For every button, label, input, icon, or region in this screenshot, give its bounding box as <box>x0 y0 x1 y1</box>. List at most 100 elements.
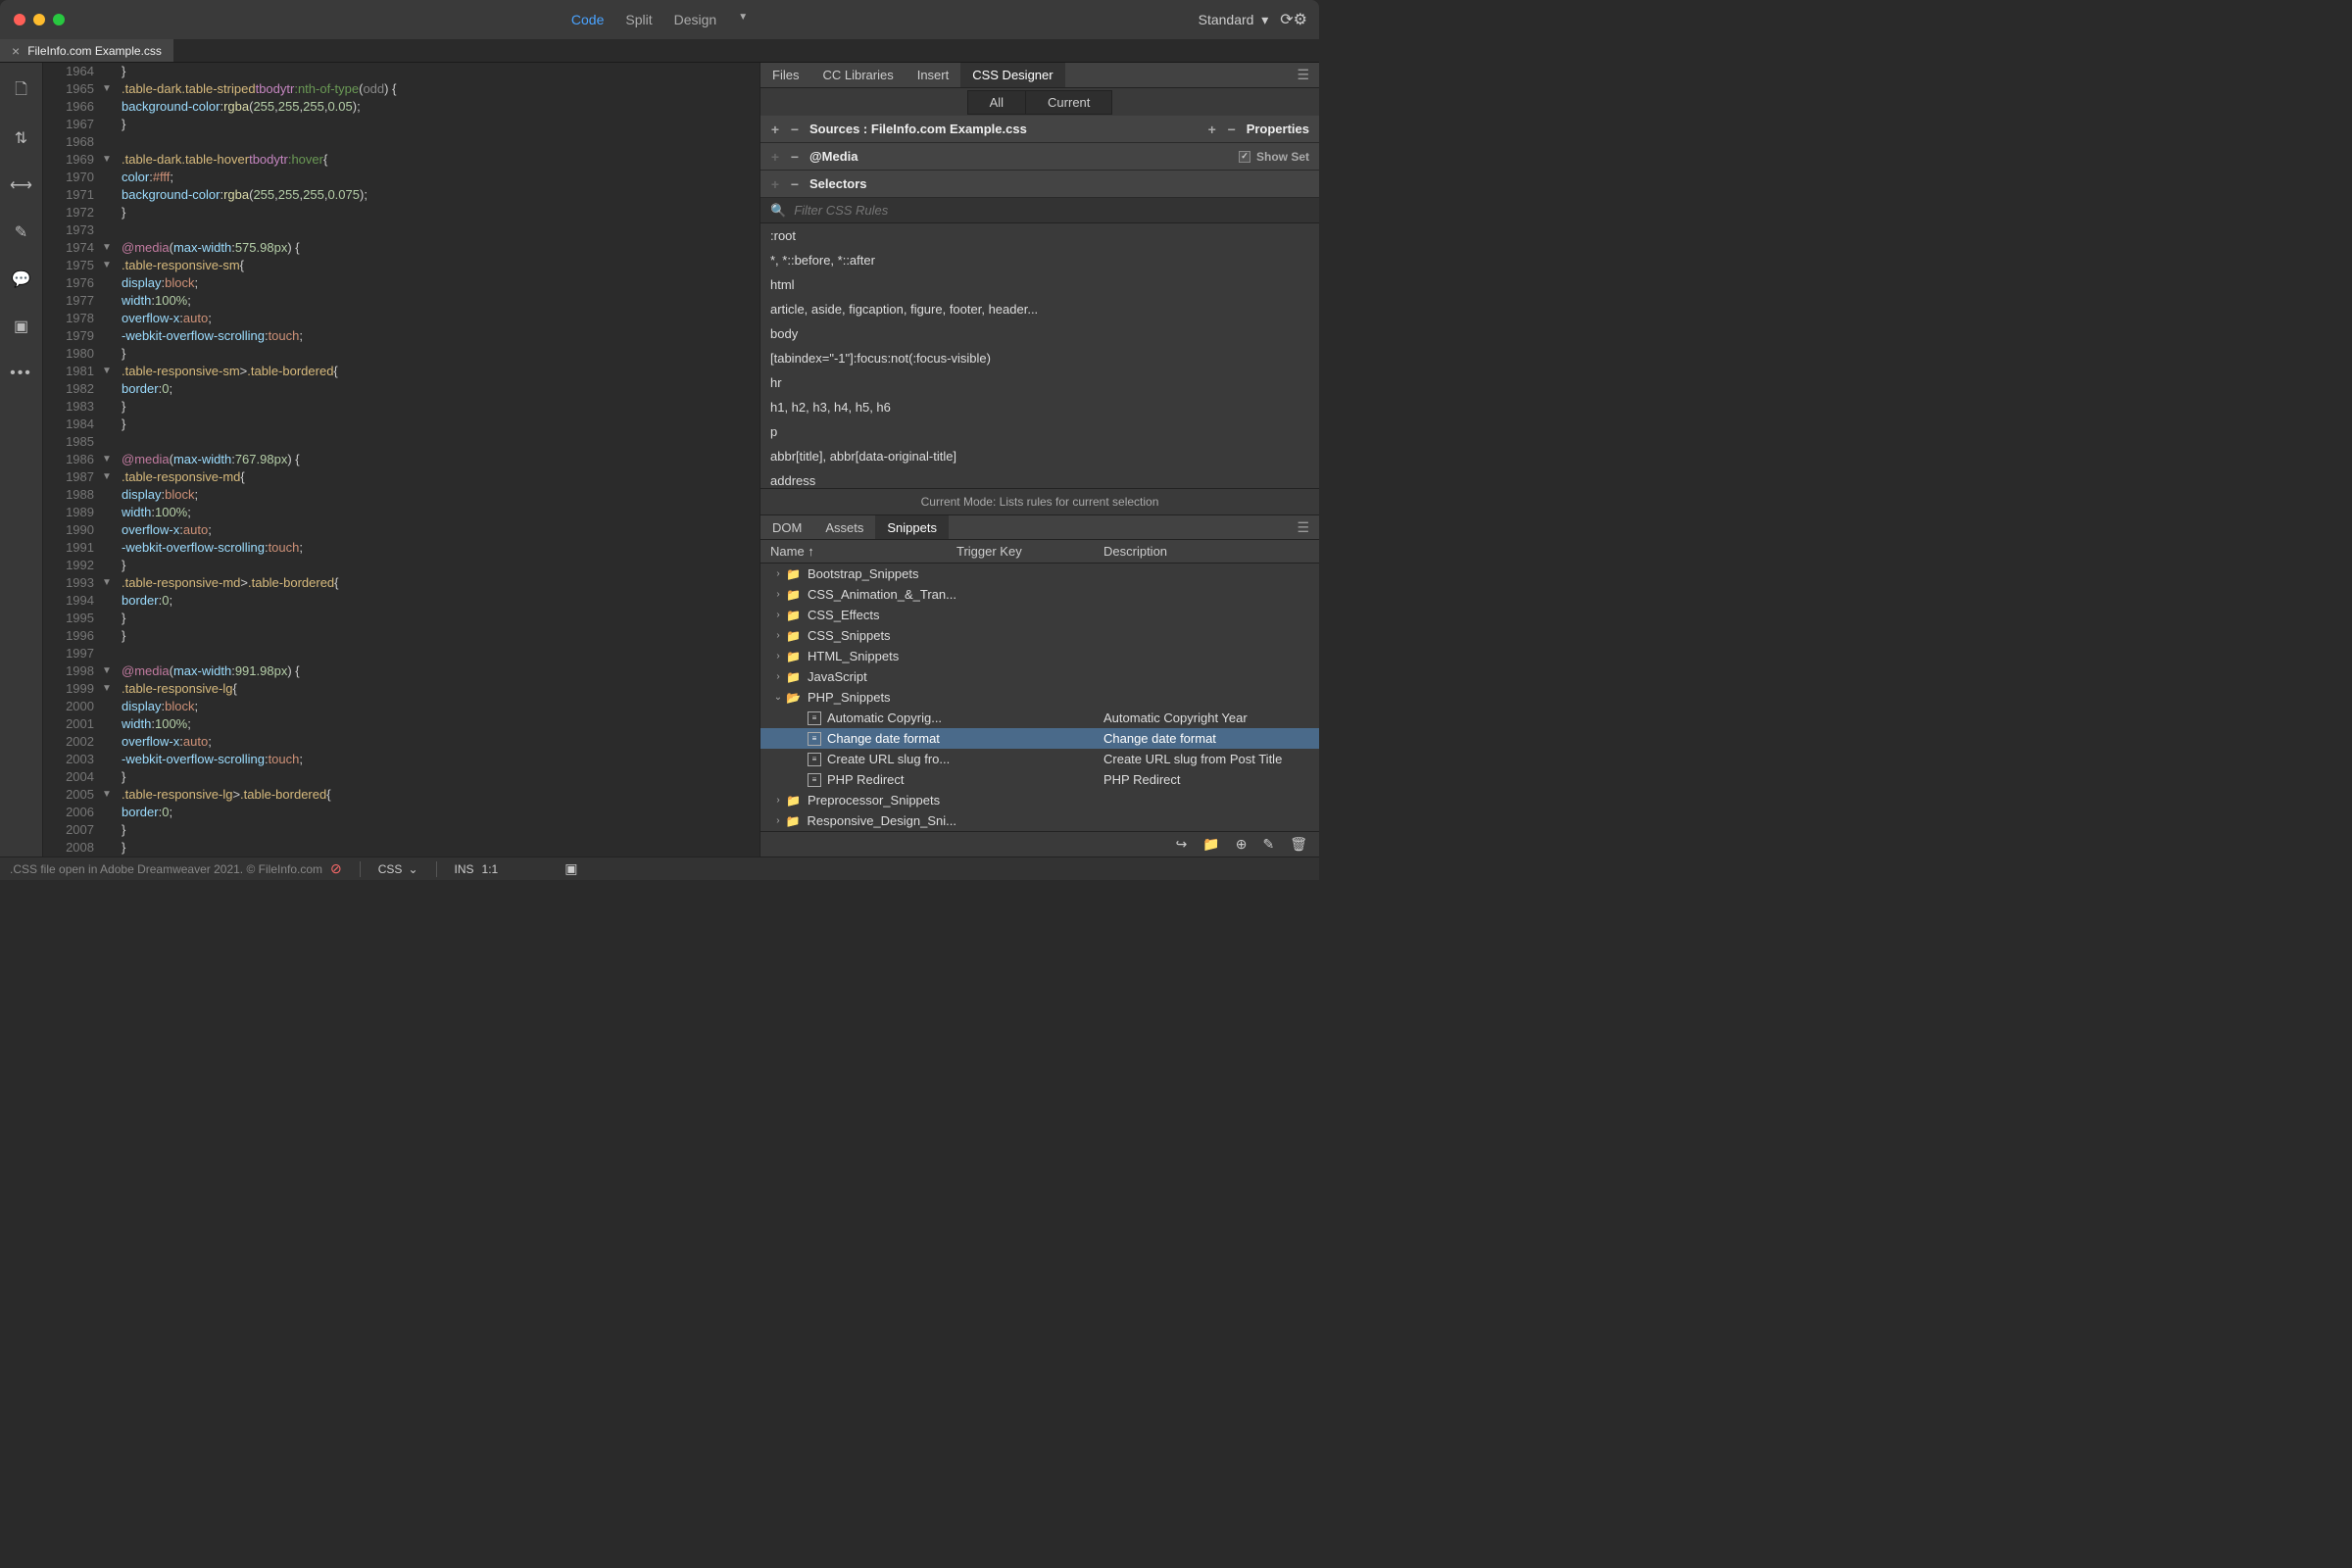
view-design-tab[interactable]: Design <box>674 12 717 27</box>
tree-folder[interactable]: ›📁CSS_Animation_&_Tran... <box>760 584 1319 605</box>
maximize-window-button[interactable] <box>53 14 65 25</box>
selector-item[interactable]: :root <box>760 223 1319 248</box>
window-controls <box>0 14 65 25</box>
folder-icon: 📁 <box>786 588 802 602</box>
selector-item[interactable]: h1, h2, h3, h4, h5, h6 <box>760 395 1319 419</box>
selector-item[interactable]: [tabindex="-1"]:focus:not(:focus-visible… <box>760 346 1319 370</box>
remove-media-icon[interactable]: − <box>790 149 800 165</box>
media-header: + − @Media ✓ Show Set <box>760 143 1319 171</box>
mode-hint: Current Mode: Lists rules for current se… <box>760 488 1319 514</box>
col-trigger[interactable]: Trigger Key <box>956 544 1103 559</box>
tree-snippet[interactable]: ≡Change date formatChange date format <box>760 728 1319 749</box>
folder-icon: 📁 <box>786 650 802 663</box>
preview-icon[interactable]: ▣ <box>564 860 577 877</box>
close-window-button[interactable] <box>14 14 25 25</box>
tab-snippets[interactable]: Snippets <box>875 515 949 539</box>
view-dropdown-icon[interactable]: ▼ <box>738 12 748 27</box>
tree-folder[interactable]: ⌄📂PHP_Snippets <box>760 687 1319 708</box>
snippet-icon: ≡ <box>808 773 821 787</box>
view-split-tab[interactable]: Split <box>625 12 652 27</box>
language-dropdown[interactable]: CSS ⌄ <box>378 862 418 876</box>
remove-selector-icon[interactable]: − <box>790 176 800 192</box>
more-tools-icon[interactable]: ••• <box>13 365 30 382</box>
snippets-tree[interactable]: ›📁Bootstrap_Snippets›📁CSS_Animation_&_Tr… <box>760 564 1319 831</box>
tree-folder[interactable]: ›📁Bootstrap_Snippets <box>760 564 1319 584</box>
comment-icon[interactable]: 💬 <box>13 270 30 288</box>
format-source-icon[interactable]: ✎ <box>13 223 30 241</box>
apply-comment-icon[interactable]: ▣ <box>13 318 30 335</box>
expand-collapse-icon[interactable]: ⇅ <box>13 129 30 147</box>
mode-all[interactable]: All <box>967 90 1026 115</box>
bottom-panel-menu-icon[interactable]: ☰ <box>1297 519 1319 536</box>
sync-settings-icon[interactable]: ⟳⚙ <box>1280 10 1307 29</box>
folder-icon: 📁 <box>786 567 802 581</box>
edit-snippet-icon[interactable]: ✎ <box>1262 836 1274 853</box>
selector-item[interactable]: p <box>760 419 1319 444</box>
file-management-icon[interactable]: 🗋 <box>13 82 30 100</box>
statusbar: .CSS file open in Adobe Dreamweaver 2021… <box>0 857 1319 880</box>
file-tab[interactable]: × FileInfo.com Example.css <box>0 39 173 62</box>
folder-icon: 📁 <box>786 629 802 643</box>
tree-snippet[interactable]: ≡Create URL slug fro...Create URL slug f… <box>760 749 1319 769</box>
new-snippet-icon[interactable]: ⊕ <box>1236 836 1248 853</box>
insert-snippet-icon[interactable]: ↪ <box>1176 836 1188 853</box>
folder-icon: 📁 <box>786 814 802 828</box>
selector-item[interactable]: html <box>760 272 1319 297</box>
selector-item[interactable]: abbr[title], abbr[data-original-title] <box>760 444 1319 468</box>
close-tab-icon[interactable]: × <box>12 43 20 59</box>
folder-icon: 📁 <box>786 670 802 684</box>
panel-tabs: Files CC Libraries Insert CSS Designer ☰ <box>760 63 1319 88</box>
bottom-tabs: DOM Assets Snippets ☰ <box>760 514 1319 540</box>
tab-cc-libraries[interactable]: CC Libraries <box>810 63 905 87</box>
selector-item[interactable]: body <box>760 321 1319 346</box>
tab-dom[interactable]: DOM <box>760 515 813 539</box>
show-set-toggle[interactable]: ✓ Show Set <box>1239 150 1309 164</box>
workspace-dropdown[interactable]: Standard ▾ <box>1199 12 1269 28</box>
selectors-label: Selectors <box>809 176 867 191</box>
minimize-window-button[interactable] <box>33 14 45 25</box>
selector-item[interactable]: hr <box>760 370 1319 395</box>
tab-css-designer[interactable]: CSS Designer <box>960 63 1064 87</box>
tree-folder[interactable]: ›📁CSS_Effects <box>760 605 1319 625</box>
add-media-icon[interactable]: + <box>770 149 780 165</box>
code-editor[interactable]: 1964196519661967196819691970197119721973… <box>43 63 760 857</box>
folder-icon: 📁 <box>786 609 802 622</box>
tree-snippet[interactable]: ≡Automatic Copyrig...Automatic Copyright… <box>760 708 1319 728</box>
tree-folder[interactable]: ›📁HTML_Snippets <box>760 646 1319 666</box>
folder-icon: 📁 <box>786 794 802 808</box>
insert-mode[interactable]: INS <box>455 862 474 876</box>
panel-menu-icon[interactable]: ☰ <box>1297 67 1319 83</box>
tree-folder[interactable]: ›📁JavaScript <box>760 666 1319 687</box>
view-code-tab[interactable]: Code <box>571 12 604 27</box>
col-description[interactable]: Description <box>1103 544 1319 559</box>
selector-item[interactable]: address <box>760 468 1319 488</box>
snippet-icon: ≡ <box>808 732 821 746</box>
right-panel: Files CC Libraries Insert CSS Designer ☰… <box>760 63 1319 857</box>
file-tab-bar: × FileInfo.com Example.css <box>0 39 1319 63</box>
tab-files[interactable]: Files <box>760 63 810 87</box>
filter-input[interactable] <box>794 203 1309 218</box>
error-icon[interactable]: ⊘ <box>330 860 342 877</box>
mode-current[interactable]: Current <box>1026 90 1112 115</box>
tab-assets[interactable]: Assets <box>813 515 875 539</box>
selector-item[interactable]: article, aside, figcaption, figure, foot… <box>760 297 1319 321</box>
new-folder-icon[interactable]: 📁 <box>1202 836 1219 853</box>
status-text: .CSS file open in Adobe Dreamweaver 2021… <box>10 862 322 876</box>
snippet-icon: ≡ <box>808 753 821 766</box>
add-selector-icon[interactable]: + <box>770 176 780 192</box>
tree-folder[interactable]: ›📁Preprocessor_Snippets <box>760 790 1319 810</box>
add-source-icon[interactable]: + <box>770 122 780 137</box>
remove-source-icon[interactable]: − <box>790 122 800 137</box>
tree-snippet[interactable]: ≡PHP RedirectPHP Redirect <box>760 769 1319 790</box>
add-property-icon[interactable]: + <box>1207 122 1217 137</box>
snippets-panel: Name ↑ Trigger Key Description ›📁Bootstr… <box>760 540 1319 857</box>
split-view-icon[interactable]: ⟷ <box>13 176 30 194</box>
tree-folder[interactable]: ›📁Responsive_Design_Sni... <box>760 810 1319 831</box>
selector-item[interactable]: *, *::before, *::after <box>760 248 1319 272</box>
delete-snippet-icon[interactable]: 🗑 <box>1290 836 1307 853</box>
tree-folder[interactable]: ›📁CSS_Snippets <box>760 625 1319 646</box>
tab-insert[interactable]: Insert <box>906 63 961 87</box>
selectors-list[interactable]: :root*, *::before, *::afterhtmlarticle, … <box>760 223 1319 488</box>
col-name[interactable]: Name ↑ <box>760 544 956 559</box>
remove-property-icon[interactable]: − <box>1227 122 1237 137</box>
